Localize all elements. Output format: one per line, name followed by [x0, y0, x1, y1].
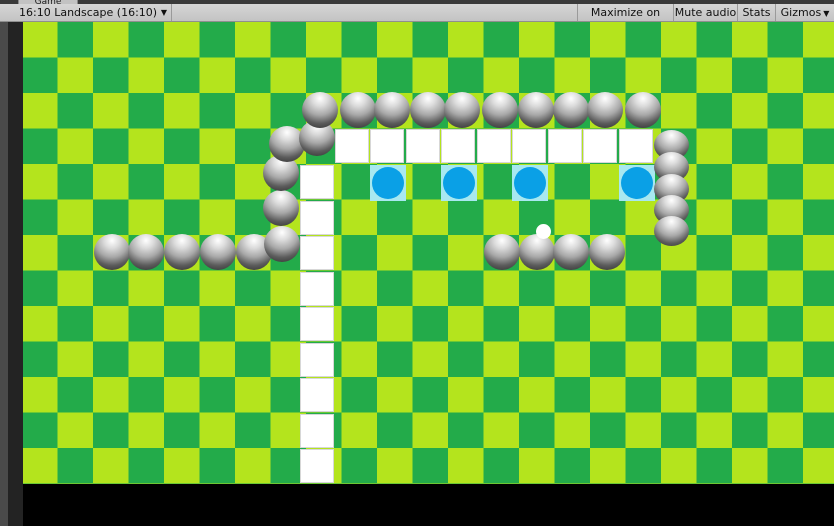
- sphere: [263, 190, 299, 226]
- path-tile: [406, 129, 440, 163]
- window-left-border: [0, 22, 8, 526]
- blue-slot-dot: [514, 167, 546, 199]
- stats-label: Stats: [742, 6, 771, 19]
- sphere: [518, 92, 554, 128]
- path-tile: [512, 129, 546, 163]
- path-tile: [619, 129, 653, 163]
- checkerboard-floor: [23, 22, 834, 484]
- sphere: [340, 92, 376, 128]
- blue-slot: [441, 165, 477, 201]
- sphere: [553, 234, 589, 270]
- sphere: [128, 234, 164, 270]
- path-tile: [548, 129, 582, 163]
- sphere: [94, 234, 130, 270]
- letterbox-bar: [23, 484, 834, 526]
- path-tile: [300, 201, 334, 235]
- game-view-toolbar: 16:10 Landscape (16:10) ▼ Maximize on Pl…: [0, 4, 834, 36]
- path-tile: [300, 449, 334, 483]
- stats-toggle[interactable]: Stats: [737, 4, 775, 21]
- sphere: [587, 92, 623, 128]
- sphere: [444, 92, 480, 128]
- maximize-on-play-toggle[interactable]: Maximize on Play: [577, 4, 673, 36]
- sphere: [484, 234, 520, 270]
- game-viewport[interactable]: [23, 22, 834, 526]
- path-tile: [300, 236, 334, 270]
- path-tile: [300, 343, 334, 377]
- blue-slot-dot: [621, 167, 653, 199]
- mute-audio-toggle[interactable]: Mute audio: [673, 4, 737, 21]
- blue-slot-dot: [443, 167, 475, 199]
- path-tile: [300, 272, 334, 306]
- aspect-ratio-label: 16:10 Landscape (16:10): [19, 6, 158, 19]
- sphere: [264, 226, 300, 262]
- sphere: [374, 92, 410, 128]
- blue-slot-dot: [372, 167, 404, 199]
- path-tile: [583, 129, 617, 163]
- chevron-down-icon: ▼: [160, 8, 167, 17]
- sphere: [625, 92, 661, 128]
- blue-slot: [512, 165, 548, 201]
- white-projectile: [536, 224, 551, 239]
- path-tile: [300, 414, 334, 448]
- sphere: [302, 92, 338, 128]
- sphere: [410, 92, 446, 128]
- path-tile: [335, 129, 369, 163]
- blue-slot: [370, 165, 406, 201]
- path-tile: [300, 378, 334, 412]
- sphere: [482, 92, 518, 128]
- gizmos-label: Gizmos: [780, 6, 822, 19]
- sphere: [519, 234, 555, 270]
- path-tile: [441, 129, 475, 163]
- gizmos-dropdown[interactable]: Gizmos ▼: [775, 4, 834, 21]
- path-tile: [370, 129, 404, 163]
- sphere: [200, 234, 236, 270]
- sphere: [164, 234, 200, 270]
- mute-audio-label: Mute audio: [674, 6, 737, 19]
- path-tile: [477, 129, 511, 163]
- blue-slot: [619, 165, 655, 201]
- sphere: [654, 216, 689, 246]
- sphere: [589, 234, 625, 270]
- chevron-down-icon: ▼: [823, 9, 830, 18]
- path-tile: [300, 307, 334, 341]
- path-tile: [300, 165, 334, 199]
- window-left-gutter: [8, 22, 23, 526]
- aspect-ratio-dropdown[interactable]: 16:10 Landscape (16:10) ▼: [13, 4, 172, 21]
- sphere: [553, 92, 589, 128]
